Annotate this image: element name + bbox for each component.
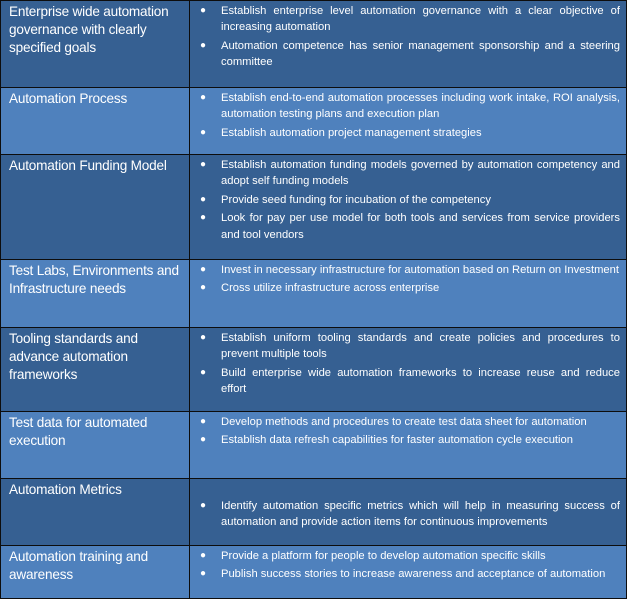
point-text: Develop methods and procedures to create…: [221, 416, 587, 428]
points-cell: ● Provide a platform for people to develo…: [189, 545, 627, 599]
bullet-list: ● Establish uniform tooling standards and…: [190, 328, 626, 398]
list-item: ● Build enterprise wide automation framew…: [196, 365, 620, 398]
bullet-list: ● Invest in necessary infrastructure for …: [190, 260, 626, 297]
bullet-icon: ●: [200, 92, 207, 103]
bullet-list: ● Establish enterprise level automation g…: [190, 1, 626, 71]
point-text: Publish success stories to increase awar…: [221, 568, 606, 581]
bullet-icon: ●: [200, 568, 207, 580]
list-item: ● Establish automation funding models gov…: [196, 157, 620, 190]
point-text: Provide seed funding for incubation of t…: [221, 193, 491, 206]
list-item: ● Develop methods and procedures to creat…: [196, 414, 620, 430]
point-text: Automation competence has senior managem…: [221, 39, 620, 69]
table-row: Automation Process ● Establish end-to-end…: [0, 87, 627, 155]
bullet-list: ● Provide a platform for people to develo…: [190, 546, 626, 583]
area-cell: Tooling standards and advance automation…: [0, 327, 190, 412]
point-text: Establish enterprise level automation go…: [221, 5, 620, 34]
bullet-icon: ●: [200, 193, 207, 205]
point-text: Provide a platform for people to develop…: [221, 550, 546, 562]
area-label: Enterprise wide automation governance wi…: [9, 4, 169, 55]
bullet-list: ● Establish automation funding models gov…: [190, 155, 626, 243]
bullet-icon: ●: [200, 212, 207, 224]
point-text: Establish end-to-end automation processe…: [221, 92, 620, 121]
list-item: ● Publish success stories to increase awa…: [196, 566, 620, 582]
bullet-icon: ●: [200, 282, 207, 294]
points-cell: ● Establish uniform tooling standards and…: [189, 327, 627, 412]
list-item: ● Invest in necessary infrastructure for …: [196, 262, 620, 278]
point-text: Establish automation funding models gove…: [221, 159, 620, 188]
table-row: Automation Funding Model ● Establish auto…: [0, 154, 627, 260]
bullet-list: ● Develop methods and procedures to creat…: [190, 412, 626, 449]
area-label: Tooling standards and advance automation…: [9, 331, 138, 382]
table-row: Automation training and awareness ● Provi…: [0, 545, 627, 599]
list-item: ● Establish enterprise level automation g…: [196, 3, 620, 36]
area-label: Test Labs, Environments and Infrastructu…: [9, 263, 179, 296]
area-label: Automation Metrics: [9, 482, 122, 497]
bullet-icon: ●: [200, 39, 207, 51]
points-cell: ● Develop methods and procedures to creat…: [189, 411, 627, 479]
point-text: Build enterprise wide automation framewo…: [221, 366, 620, 396]
table-row: Enterprise wide automation governance wi…: [0, 0, 627, 88]
automation-maturity-table: Enterprise wide automation governance wi…: [0, 0, 627, 599]
list-item: ● Establish automation project management…: [196, 125, 620, 141]
table-row: Automation Metrics ● Identify automation …: [0, 478, 627, 546]
list-item: ● Provide a platform for people to develo…: [196, 548, 620, 564]
bullet-icon: ●: [200, 434, 207, 446]
point-text: Invest in necessary infrastructure for a…: [221, 264, 619, 276]
points-cell: ● Invest in necessary infrastructure for …: [189, 259, 627, 328]
list-item: ● Establish uniform tooling standards and…: [196, 330, 620, 363]
area-cell: Automation Metrics: [0, 478, 190, 546]
list-item: ● Automation competence has senior manage…: [196, 38, 620, 71]
bullet-icon: ●: [200, 5, 207, 16]
area-cell: Test data for automated execution: [0, 411, 190, 479]
area-cell: Automation Process: [0, 87, 190, 155]
bullet-icon: ●: [200, 366, 207, 378]
point-text: Establish automation project management …: [221, 126, 482, 139]
point-text: Establish data refresh capabilities for …: [221, 434, 573, 447]
area-label: Test data for automated execution: [9, 415, 148, 448]
list-item: ● Cross utilize infrastructure across ent…: [196, 280, 620, 296]
bullet-list: ● Identify automation specific metrics wh…: [190, 479, 626, 531]
list-item: ● Establish data refresh capabilities for…: [196, 432, 620, 448]
list-item: ● Provide seed funding for incubation of …: [196, 192, 620, 208]
point-text: Look for pay per use model for both tool…: [221, 212, 620, 241]
bullet-icon: ●: [200, 126, 207, 138]
bullet-icon: ●: [200, 500, 207, 511]
points-cell: ● Establish automation funding models gov…: [189, 154, 627, 260]
table-row: Test data for automated execution ● Devel…: [0, 411, 627, 479]
bullet-list: ● Establish end-to-end automation process…: [190, 88, 626, 141]
area-cell: Test Labs, Environments and Infrastructu…: [0, 259, 190, 328]
bullet-icon: ●: [200, 159, 207, 170]
bullet-icon: ●: [200, 550, 207, 561]
area-label: Automation Funding Model: [9, 158, 167, 173]
area-cell: Automation training and awareness: [0, 545, 190, 599]
table-row: Tooling standards and advance automation…: [0, 327, 627, 412]
point-text: Cross utilize infrastructure across ente…: [221, 282, 440, 295]
bullet-icon: ●: [200, 332, 207, 343]
area-label: Automation training and awareness: [9, 549, 148, 582]
points-cell: ● Establish end-to-end automation process…: [189, 87, 627, 155]
list-item: ● Identify automation specific metrics wh…: [196, 498, 620, 531]
list-item: ● Establish end-to-end automation process…: [196, 90, 620, 123]
area-cell: Enterprise wide automation governance wi…: [0, 0, 190, 88]
points-cell: ● Identify automation specific metrics wh…: [189, 478, 627, 546]
table-row: Test Labs, Environments and Infrastructu…: [0, 259, 627, 328]
bullet-icon: ●: [200, 264, 207, 275]
area-label: Automation Process: [9, 91, 128, 106]
bullet-icon: ●: [200, 416, 207, 427]
area-cell: Automation Funding Model: [0, 154, 190, 260]
list-item: ● Look for pay per use model for both too…: [196, 210, 620, 243]
point-text: Identify automation specific metrics whi…: [221, 500, 620, 529]
points-cell: ● Establish enterprise level automation g…: [189, 0, 627, 88]
point-text: Establish uniform tooling standards and …: [221, 332, 620, 361]
